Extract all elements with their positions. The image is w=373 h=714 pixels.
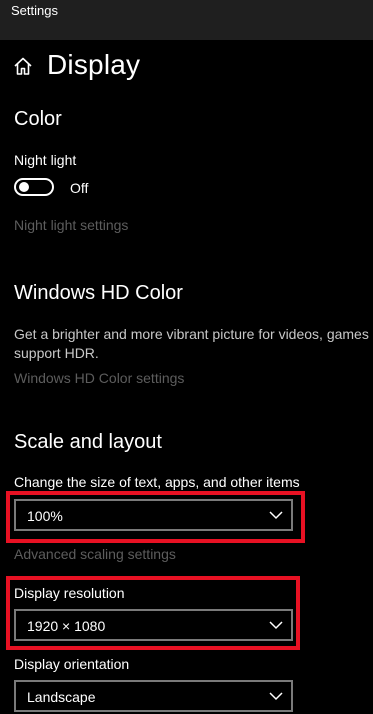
color-heading: Color [14,108,62,130]
hd-color-description-line1: Get a brighter and more vibrant picture … [14,326,369,342]
night-light-state: Off [70,180,89,196]
orientation-dropdown[interactable]: Landscape [14,680,293,712]
night-light-settings-link[interactable]: Night light settings [14,216,128,234]
scale-layout-heading: Scale and layout [14,431,162,453]
hd-color-settings-link[interactable]: Windows HD Color settings [14,369,184,387]
home-icon[interactable] [13,56,33,76]
toggle-knob [19,182,29,192]
window-title: Settings [11,3,58,18]
page-title: Display [47,49,141,80]
hd-color-heading: Windows HD Color [14,282,183,304]
hd-color-description-line2: support HDR. [14,345,99,361]
chevron-down-icon [269,692,283,701]
resolution-value: 1920 × 1080 [27,618,106,634]
orientation-value: Landscape [27,689,96,705]
title-bar: Settings [0,0,373,40]
scale-value: 100% [27,508,63,524]
advanced-scaling-link[interactable]: Advanced scaling settings [14,545,176,563]
scale-label: Change the size of text, apps, and other… [14,474,300,490]
resolution-label: Display resolution [14,585,125,601]
chevron-down-icon [269,511,283,520]
scale-dropdown[interactable]: 100% [14,499,293,531]
chevron-down-icon [269,621,283,630]
night-light-label: Night light [14,152,77,168]
resolution-dropdown[interactable]: 1920 × 1080 [14,609,293,641]
orientation-label: Display orientation [14,656,130,672]
settings-window: Settings Display Color Night light Off N… [0,0,373,714]
night-light-toggle[interactable] [14,178,54,196]
